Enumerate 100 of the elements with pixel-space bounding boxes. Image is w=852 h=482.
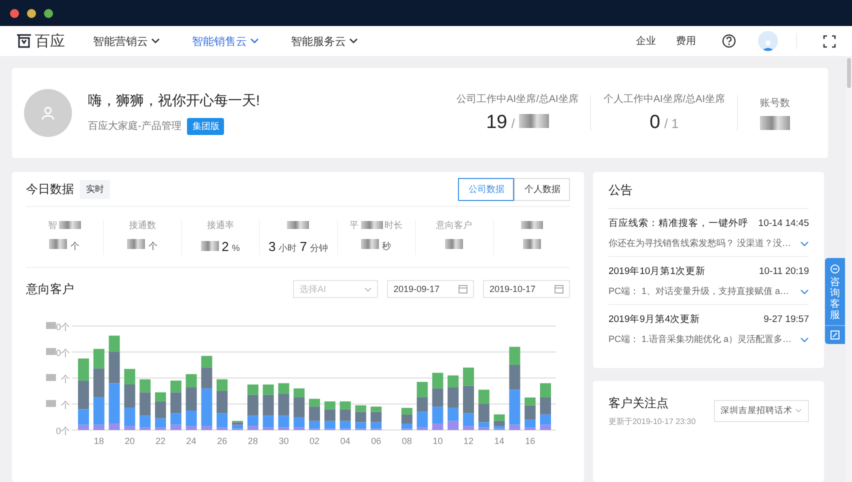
blurred-value (522, 238, 541, 248)
chart-bar (432, 372, 444, 430)
notice-title[interactable]: 2019年10月第1次更新 (608, 265, 706, 278)
blurred-value (445, 238, 464, 248)
stat-label: 智 (48, 218, 57, 232)
chart-bar (309, 398, 320, 430)
axis-label: 个 (61, 400, 70, 410)
section-title: 公告 (608, 172, 809, 209)
axis-label: 个 (61, 374, 70, 384)
chevron-down-icon (151, 38, 160, 44)
chart-bar (78, 358, 89, 430)
chart-bar (232, 420, 243, 430)
nav-menu[interactable]: 智能营销云 (93, 34, 160, 48)
notice-title[interactable]: 2019年9月第4次更新 (608, 313, 700, 326)
axis-label: 0个 (56, 322, 70, 332)
chart-bar (524, 398, 536, 430)
chart-bar (324, 401, 336, 430)
blurred-label (360, 221, 383, 229)
stat-unit: % (232, 242, 240, 252)
blurred-tick (46, 322, 56, 329)
fullscreen-icon[interactable] (823, 34, 836, 48)
stat-unit: 分钟 (310, 242, 328, 254)
notice-time: 10-14 14:45 (758, 218, 809, 229)
stat-total: / (511, 116, 515, 131)
scrollbar[interactable] (846, 56, 852, 482)
chevron-down-icon (795, 408, 802, 413)
chart-bar (247, 384, 258, 430)
blurred-value (200, 240, 219, 250)
chart-bar (340, 401, 351, 430)
axis-label: 10 (432, 436, 443, 446)
window-control[interactable] (44, 8, 53, 18)
blurred-label (520, 221, 543, 229)
axis-label: 06 (371, 436, 382, 446)
stat-label: 时长 (384, 218, 403, 232)
date-field[interactable]: 2019-09-17 (387, 280, 474, 298)
nav-menu[interactable]: 智能销售云 (192, 34, 259, 48)
section-title: 今日数据 (26, 180, 74, 198)
stat-label: 个人工作中AI坐席/总AI坐席 (603, 92, 725, 106)
edit-icon (830, 330, 840, 340)
notice-title[interactable]: 百应线索：精准搜客，一键外呼 (608, 217, 748, 230)
stat-label: 账号数 (759, 96, 791, 110)
blurred-value (49, 238, 68, 248)
help-icon[interactable] (722, 34, 736, 48)
calendar-icon (554, 284, 564, 294)
axis-label: 22 (156, 436, 166, 446)
chart-bar (401, 408, 412, 430)
axis-label: 04 (340, 436, 350, 446)
chart-bar (186, 374, 197, 430)
stat-value: 19 (486, 112, 508, 134)
greeting: 嗨，狮狮，祝你开心每一天! (88, 92, 260, 110)
expand-chevron-icon[interactable] (800, 240, 809, 246)
nav-link[interactable]: 企业 (636, 34, 656, 48)
expand-chevron-icon[interactable] (800, 336, 809, 342)
chat-bubble-icon (830, 264, 840, 274)
axis-label: 26 (217, 436, 228, 446)
edition-badge: 集团版 (187, 118, 224, 134)
logo[interactable]: 百应 (16, 32, 65, 50)
update-time: 更新于2019-10-17 23:30 (608, 416, 696, 427)
date-field[interactable]: 2019-10-17 (483, 280, 570, 298)
window-control[interactable] (27, 8, 36, 18)
axis-label: 0个 (56, 348, 70, 358)
chart-bar (216, 379, 228, 430)
stat-value: 7 (300, 238, 307, 254)
stat-label: 接通率 (206, 218, 234, 232)
axis-label: 16 (525, 436, 536, 446)
chart-bar (478, 390, 490, 430)
axis-label: 08 (402, 436, 412, 446)
expand-chevron-icon[interactable] (800, 288, 809, 294)
axis-label: 20 (124, 436, 135, 446)
stat-unit: 秒 (382, 240, 392, 252)
chevron-down-icon (250, 38, 259, 44)
stat-label: 接通数 (128, 218, 156, 232)
stat-label: 意向客户 (436, 218, 472, 232)
data-tab[interactable]: 个人数据 (514, 178, 570, 200)
chart-bar (124, 368, 136, 430)
script-select[interactable]: 深圳吉屋招聘话术 (714, 400, 809, 422)
chart-bar (278, 383, 290, 430)
user-avatar[interactable] (758, 31, 778, 51)
stat-label: 平 (350, 218, 359, 232)
axis-label: 28 (248, 436, 258, 446)
nav-link[interactable]: 费用 (676, 34, 696, 48)
section-title: 意向客户 (26, 280, 74, 298)
axis-label: 30 (278, 436, 289, 446)
axis-label: 12 (464, 436, 474, 446)
axis-label: 18 (94, 436, 104, 446)
chart-bar (155, 392, 166, 430)
chevron-down-icon (364, 286, 372, 292)
chart-bar (370, 406, 382, 430)
edit-button[interactable] (825, 325, 845, 344)
blurred-tick (46, 400, 56, 407)
section-title: 客户关注点 (608, 395, 670, 412)
notice-summary: PC端： 1、对话变量升级，支持直接赋值 a… (608, 285, 789, 298)
data-tab[interactable]: 公司数据 (458, 178, 514, 200)
blurred-label (58, 221, 81, 229)
calendar-icon (458, 284, 468, 294)
stat-value: 2 (222, 238, 229, 254)
nav-menu[interactable]: 智能服务云 (291, 34, 358, 48)
notice-summary: 你还在为寻找销售线索发愁吗？ 没渠道？没… (608, 237, 791, 250)
window-control[interactable] (10, 8, 19, 18)
chart-bar (262, 384, 274, 430)
